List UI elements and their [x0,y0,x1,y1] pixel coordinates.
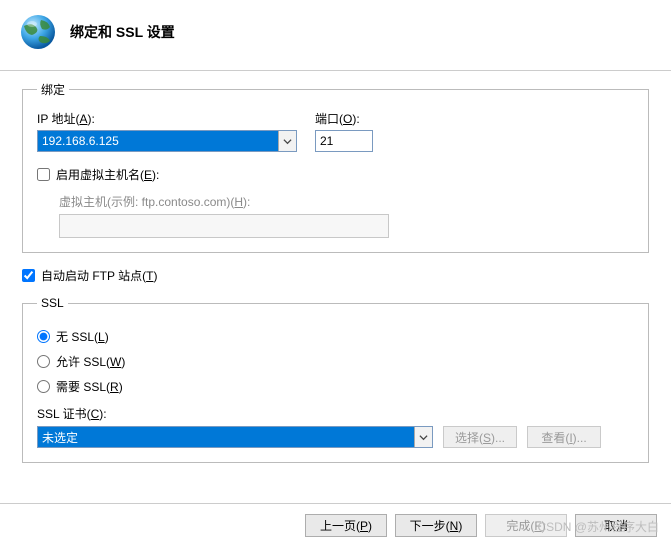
auto-start-ftp-label: 自动启动 FTP 站点(T) [41,267,157,284]
ssl-group: SSL 无 SSL(L) 允许 SSL(W) 需要 SSL(R) SSL 证书(… [22,296,649,463]
globe-icon [18,12,58,52]
ip-address-combo[interactable] [37,130,297,152]
chevron-down-icon[interactable] [278,131,296,151]
ip-address-input[interactable] [38,131,278,151]
binding-group: 绑定 IP 地址(A): 端口(O): 启用虚拟主机名(E): 虚拟主机(示例:… [22,81,649,253]
ssl-require-radio[interactable] [37,380,50,393]
ssl-require-label: 需要 SSL(R) [56,378,123,395]
ssl-cert-input[interactable] [38,427,414,447]
ssl-allow-radio[interactable] [37,355,50,368]
chevron-down-icon[interactable] [414,427,432,447]
footer-separator [0,503,671,504]
dialog-footer: 上一页(P) 下一步(N) 完成(F) 取消 [0,503,671,537]
dialog-header: 绑定和 SSL 设置 [0,0,671,70]
dialog-title: 绑定和 SSL 设置 [70,22,175,42]
virtual-host-input [59,214,389,238]
port-input[interactable] [315,130,373,152]
ssl-cert-combo[interactable] [37,426,433,448]
dialog-content: 绑定 IP 地址(A): 端口(O): 启用虚拟主机名(E): 虚拟主机(示例:… [0,71,671,463]
previous-button[interactable]: 上一页(P) [305,514,387,537]
ssl-allow-label: 允许 SSL(W) [56,353,125,370]
auto-start-ftp-checkbox[interactable] [22,269,35,282]
ip-address-label: IP 地址(A): [37,110,297,127]
ssl-legend: SSL [37,296,68,310]
enable-virtual-hostname-label: 启用虚拟主机名(E): [56,166,159,183]
next-button[interactable]: 下一步(N) [395,514,477,537]
cancel-button[interactable]: 取消 [575,514,657,537]
finish-button: 完成(F) [485,514,567,537]
virtual-host-label: 虚拟主机(示例: ftp.contoso.com)(H): [59,193,634,210]
enable-virtual-hostname-checkbox[interactable] [37,168,50,181]
ssl-none-label: 无 SSL(L) [56,328,109,345]
ssl-cert-label: SSL 证书(C): [37,405,634,422]
ssl-none-radio[interactable] [37,330,50,343]
view-cert-button: 查看(I)... [527,426,601,448]
binding-legend: 绑定 [37,81,69,98]
port-label: 端口(O): [315,110,373,127]
select-cert-button: 选择(S)... [443,426,517,448]
